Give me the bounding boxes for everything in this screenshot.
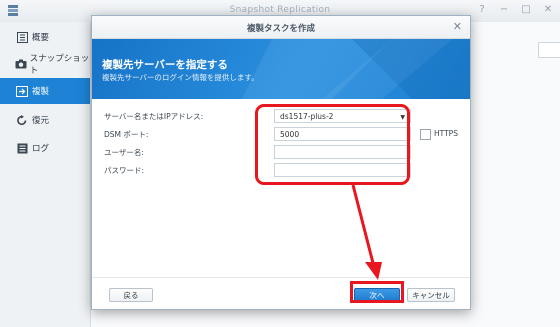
recovery-icon: [12, 114, 32, 126]
sidebar: 概要 スナップショット 複製 復元 ログ: [0, 22, 91, 327]
window-controls: ? − □ ✕: [476, 3, 554, 17]
banner-title: 複製先サーバーを指定する: [102, 59, 228, 71]
sidebar-item-replication[interactable]: 複製: [0, 78, 90, 104]
modal-title: 複製タスクを作成: [246, 24, 315, 34]
banner-subtitle: 複製先サーバーのログイン情報を提供します。: [102, 73, 259, 82]
sidebar-item-label: 複製: [32, 87, 50, 97]
sidebar-item-label: 復元: [32, 116, 50, 126]
camera-icon: [12, 59, 30, 69]
sidebar-item-label: 概要: [32, 33, 50, 43]
password-label: パスワード:: [104, 166, 145, 175]
server-label: サーバー名またはIPアドレス:: [104, 112, 204, 121]
help-icon[interactable]: ?: [476, 3, 488, 17]
username-label: ユーザー名:: [104, 148, 144, 157]
sidebar-item-snapshot[interactable]: スナップショット: [0, 51, 90, 77]
port-label: DSM ポート:: [104, 130, 149, 139]
maximize-icon[interactable]: □: [520, 3, 532, 17]
log-icon: [12, 143, 32, 154]
modal-titlebar: 複製タスクを作成 ✕: [92, 16, 470, 39]
footer-divider: [92, 277, 470, 278]
https-checkbox[interactable]: [420, 129, 431, 140]
cancel-button[interactable]: キャンセル: [407, 288, 455, 302]
sidebar-item-log[interactable]: ログ: [0, 135, 90, 161]
wizard-banner: 複製先サーバーを指定する 複製先サーバーのログイン情報を提供します。: [92, 39, 470, 99]
fields-highlight-box: [255, 104, 410, 185]
close-icon[interactable]: ✕: [453, 20, 462, 33]
minimize-icon[interactable]: −: [498, 3, 510, 17]
replication-icon: [12, 85, 32, 97]
sidebar-item-recovery[interactable]: 復元: [0, 107, 90, 133]
overview-icon: [12, 31, 32, 43]
background-search-field[interactable]: [538, 42, 560, 58]
back-button[interactable]: 戻る: [109, 288, 153, 302]
https-label: HTTPS: [434, 129, 458, 138]
close-icon[interactable]: ✕: [542, 3, 554, 17]
next-button-highlight: [350, 281, 404, 303]
sidebar-item-overview[interactable]: 概要: [0, 24, 90, 50]
sidebar-item-label: ログ: [32, 144, 50, 154]
sidebar-item-label: スナップショット: [29, 54, 90, 76]
